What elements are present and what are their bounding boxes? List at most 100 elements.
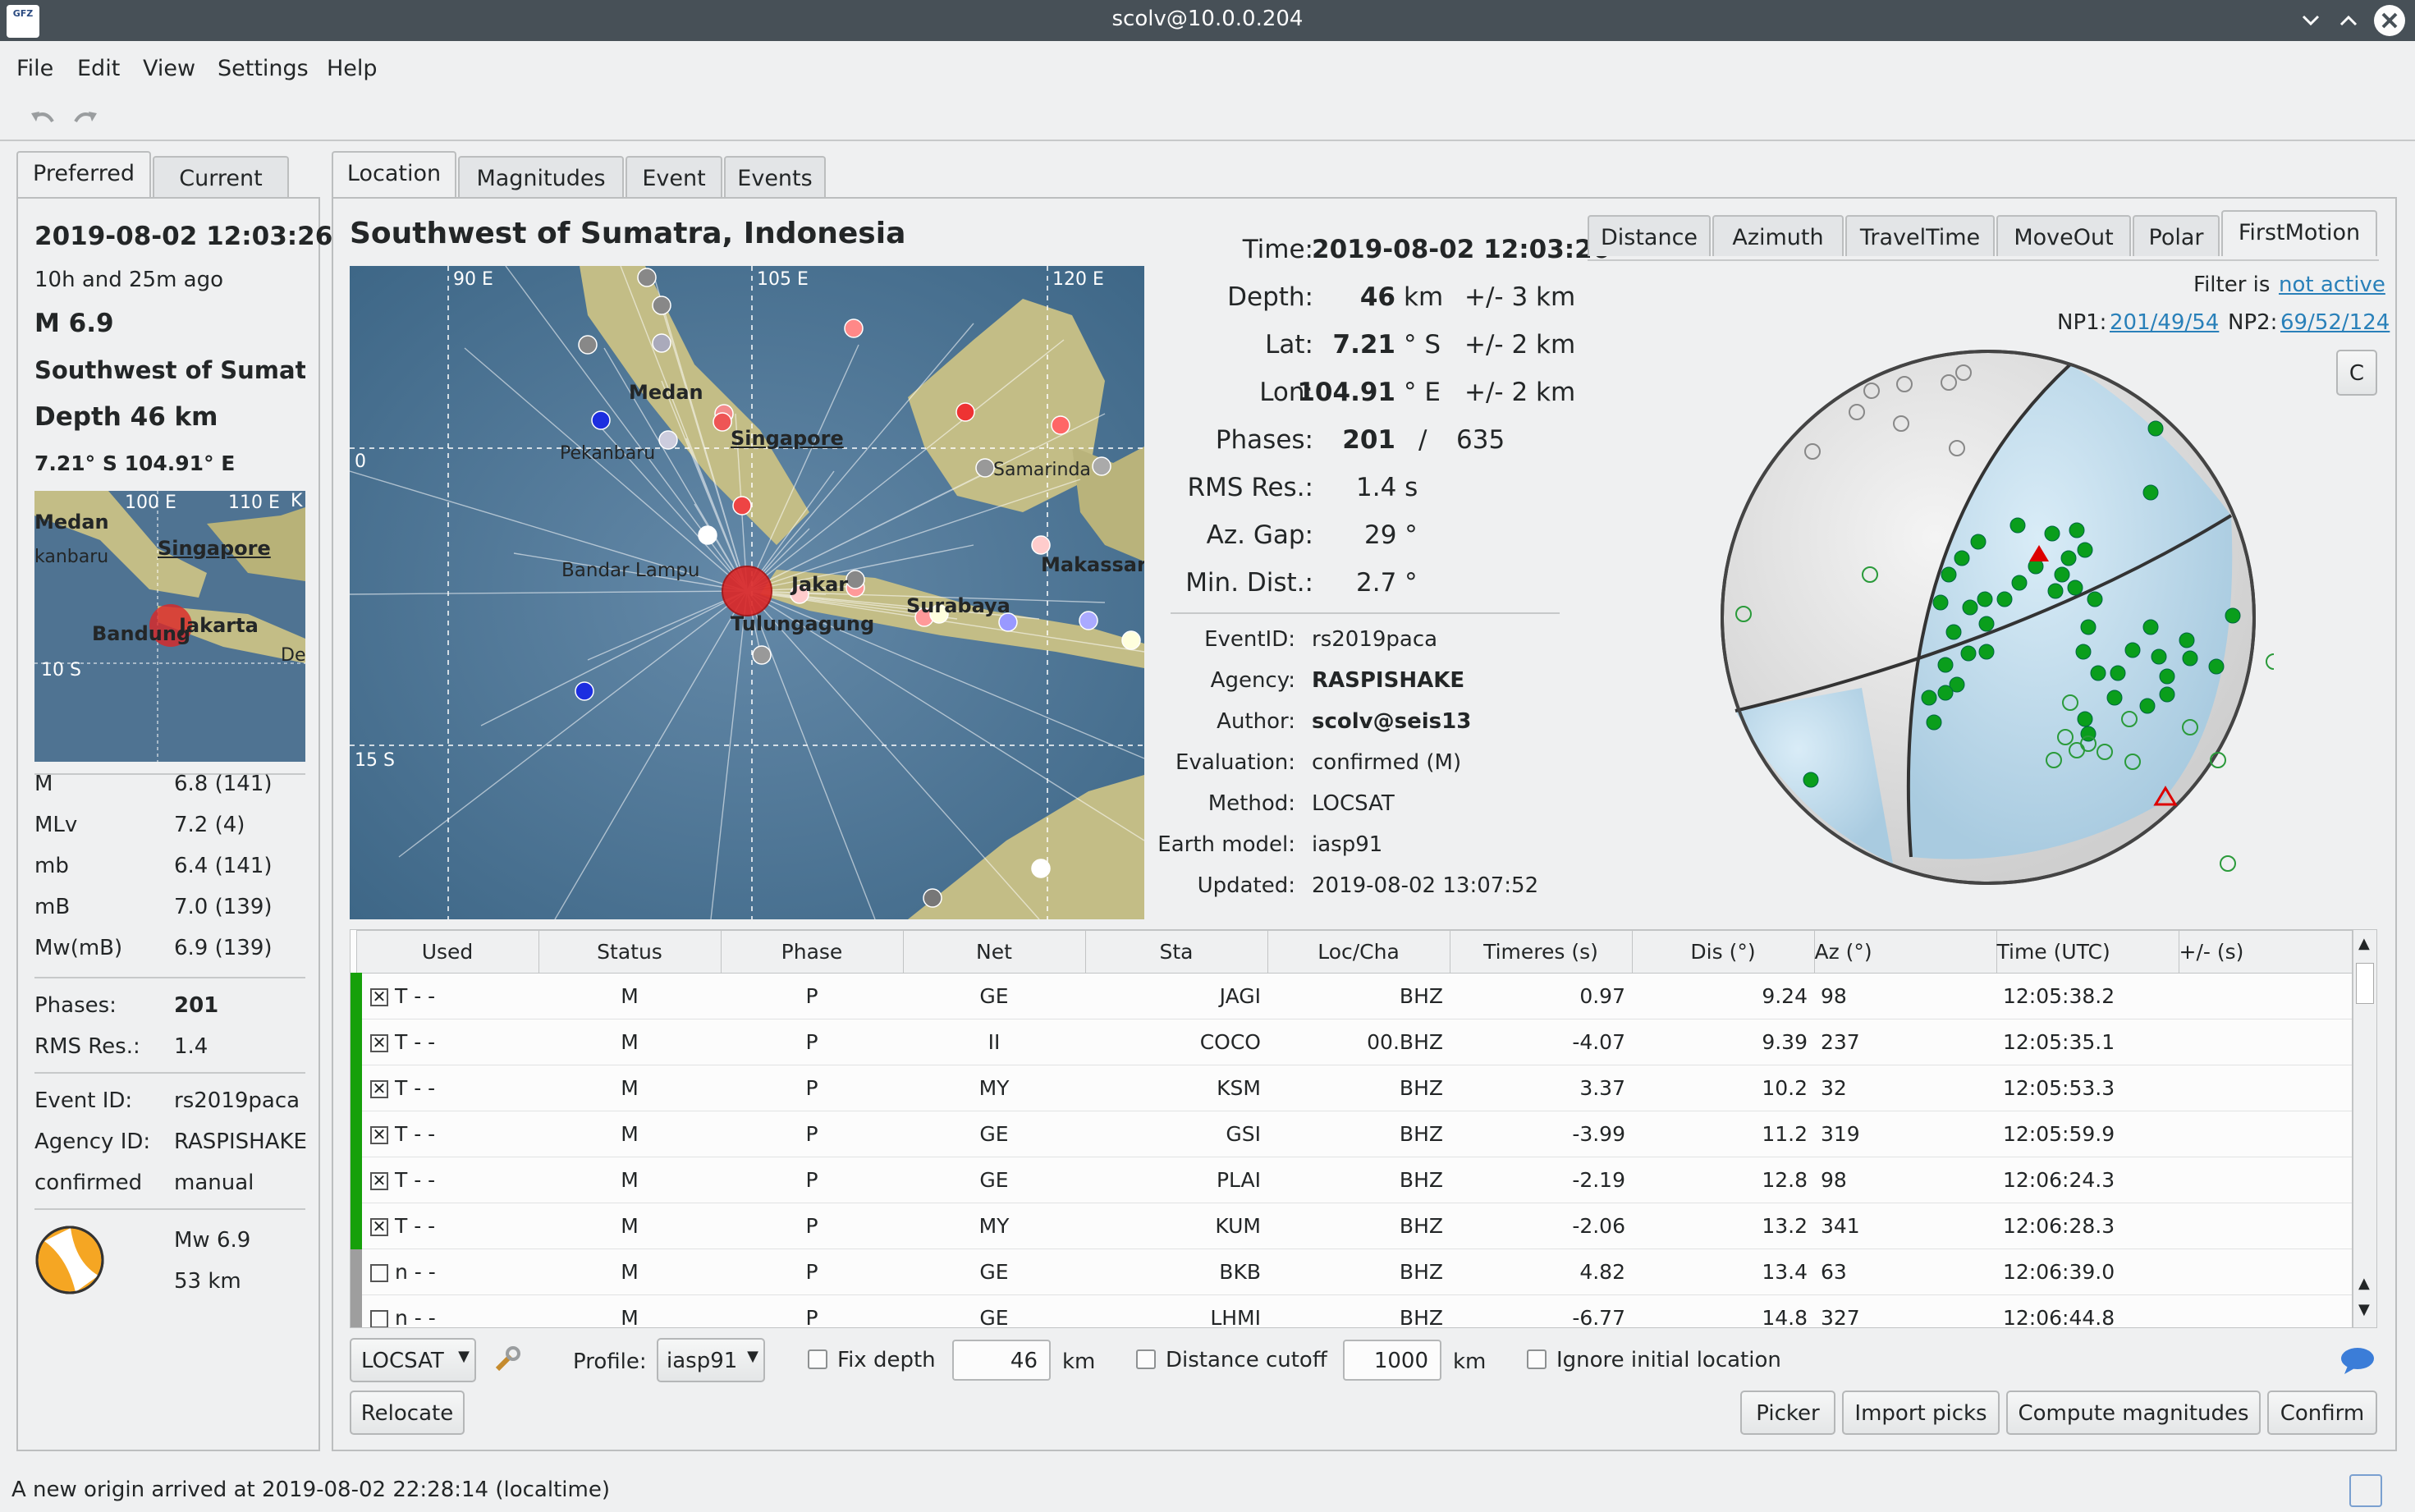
- menu-settings[interactable]: Settings: [218, 56, 309, 81]
- scroll-down-icon[interactable]: ▼: [2358, 1301, 2370, 1318]
- maximize-icon[interactable]: [2336, 8, 2361, 33]
- station-marker[interactable]: [955, 402, 975, 422]
- cell-flag[interactable]: ✕ T - -: [351, 973, 538, 1019]
- cell-flag[interactable]: ✕ T - -: [351, 1203, 538, 1249]
- tab-event[interactable]: Event: [626, 156, 722, 197]
- column-header[interactable]: Phase: [720, 930, 904, 974]
- filter-link[interactable]: not active: [2279, 273, 2385, 297]
- column-header[interactable]: Sta: [1084, 930, 1268, 974]
- tab-distance[interactable]: Distance: [1588, 215, 1711, 256]
- minimize-icon[interactable]: [2298, 8, 2323, 33]
- summary-map[interactable]: Medan Singapore kanbaru Bandung Jakarta …: [34, 491, 305, 762]
- column-header[interactable]: Timeres (s): [1449, 930, 1633, 974]
- table-scrollbar[interactable]: ▲ ▲ ▼: [2353, 929, 2377, 1328]
- cell-flag[interactable]: ✕ T - -: [351, 1065, 538, 1111]
- column-header[interactable]: Time (UTC): [1996, 930, 2179, 974]
- np2-link[interactable]: 69/52/124: [2280, 310, 2390, 335]
- tab-current[interactable]: Current: [153, 156, 289, 197]
- station-marker[interactable]: [578, 335, 598, 355]
- cell-flag[interactable]: ✕ T - -: [351, 1019, 538, 1065]
- station-marker[interactable]: [975, 458, 995, 478]
- used-checkbox[interactable]: ✕: [370, 988, 388, 1006]
- column-header[interactable]: Net: [902, 930, 1086, 974]
- fix-depth-checkbox[interactable]: [808, 1349, 827, 1369]
- station-marker[interactable]: [752, 645, 772, 665]
- location-map[interactable]: 90 E 105 E 120 E 0 15 S Medan Pekanbaru …: [350, 266, 1144, 919]
- cell-flag[interactable]: n - -: [351, 1249, 538, 1295]
- tab-traveltime[interactable]: TravelTime: [1845, 215, 1995, 256]
- table-row[interactable]: ✕ T - - M P GE PLAI BHZ -2.19 12.8 98 12:06:24.3: [351, 1157, 2352, 1203]
- station-marker[interactable]: [591, 410, 611, 430]
- resize-grip-icon[interactable]: [2349, 1474, 2382, 1507]
- first-motion-plot[interactable]: [1699, 328, 2333, 903]
- column-header[interactable]: Status: [538, 930, 722, 974]
- tab-azimuth[interactable]: Azimuth: [1712, 215, 1844, 256]
- wrench-icon[interactable]: [493, 1345, 522, 1374]
- distance-cutoff-input[interactable]: 1000: [1343, 1340, 1441, 1381]
- beachball-icon[interactable]: [34, 1225, 105, 1295]
- station-marker[interactable]: [713, 412, 732, 432]
- column-header[interactable]: Used: [355, 930, 539, 974]
- tab-polar[interactable]: Polar: [2133, 215, 2220, 256]
- c-button[interactable]: C: [2336, 350, 2377, 396]
- compute-magnitudes-button[interactable]: Compute magnitudes: [2006, 1391, 2261, 1435]
- used-checkbox[interactable]: ✕: [370, 1172, 388, 1190]
- locator-select[interactable]: LOCSAT ▼: [350, 1338, 476, 1382]
- station-marker[interactable]: [732, 496, 752, 515]
- column-header[interactable]: +/- (s): [2178, 930, 2352, 974]
- station-marker[interactable]: [1121, 630, 1141, 650]
- table-row[interactable]: ✕ T - - M P MY KUM BHZ -2.06 13.2 341 12:06:28.3: [351, 1203, 2352, 1249]
- table-row[interactable]: n - - M P GE BKB BHZ 4.82 13.4 63 12:06:39.0: [351, 1249, 2352, 1295]
- tab-events[interactable]: Events: [724, 156, 826, 197]
- confirm-button[interactable]: Confirm: [2267, 1391, 2377, 1435]
- chat-bubble-icon[interactable]: [2339, 1346, 2376, 1376]
- tab-preferred[interactable]: Preferred: [16, 151, 151, 197]
- table-row[interactable]: ✕ T - - M P II COCO 00.BHZ -4.07 9.39 237 12:05:35…: [351, 1019, 2352, 1065]
- relocate-button[interactable]: Relocate: [350, 1391, 465, 1435]
- table-row[interactable]: n - - M P GE LHMI BHZ -6.77 14.8 327 12:06:44.8: [351, 1294, 2352, 1327]
- menu-edit[interactable]: Edit: [77, 56, 120, 81]
- used-checkbox[interactable]: [370, 1310, 388, 1327]
- station-marker[interactable]: [844, 318, 864, 338]
- table-row[interactable]: ✕ T - - M P MY KSM BHZ 3.37 10.2 32 12:05:53.3: [351, 1065, 2352, 1111]
- scrollbar-handle[interactable]: [2356, 963, 2374, 1004]
- used-checkbox[interactable]: ✕: [370, 1080, 388, 1098]
- used-checkbox[interactable]: ✕: [370, 1218, 388, 1236]
- station-marker[interactable]: [1092, 456, 1111, 476]
- station-marker[interactable]: [575, 681, 594, 701]
- station-marker[interactable]: [1051, 415, 1070, 435]
- menu-file[interactable]: File: [16, 56, 53, 81]
- fix-depth-input[interactable]: 46: [952, 1340, 1051, 1381]
- scroll-up-icon[interactable]: ▲: [2358, 1275, 2370, 1292]
- undo-icon[interactable]: [28, 103, 57, 133]
- station-marker[interactable]: [658, 430, 678, 450]
- tab-moveout[interactable]: MoveOut: [1996, 215, 2131, 256]
- station-marker[interactable]: [845, 570, 865, 589]
- column-header[interactable]: Dis (°): [1631, 930, 1815, 974]
- station-marker[interactable]: [698, 525, 717, 545]
- station-marker[interactable]: [652, 296, 671, 315]
- column-header[interactable]: Az (°): [1813, 930, 1997, 974]
- close-icon[interactable]: [2374, 5, 2405, 36]
- station-marker[interactable]: [923, 888, 942, 908]
- station-marker[interactable]: [1031, 535, 1051, 555]
- tab-firstmotion[interactable]: FirstMotion: [2221, 210, 2377, 256]
- menu-help[interactable]: Help: [327, 56, 378, 81]
- import-picks-button[interactable]: Import picks: [1842, 1391, 2000, 1435]
- ignore-initial-checkbox[interactable]: [1527, 1349, 1547, 1369]
- profile-select[interactable]: iasp91 ▼: [657, 1338, 765, 1382]
- cell-flag[interactable]: n - -: [351, 1294, 538, 1327]
- scroll-up-icon[interactable]: ▲: [2358, 935, 2370, 952]
- used-checkbox[interactable]: [370, 1264, 388, 1282]
- table-row[interactable]: ✕ T - - M P GE JAGI BHZ 0.97 9.24 98 12:05:38.2: [351, 973, 2352, 1019]
- used-checkbox[interactable]: ✕: [370, 1034, 388, 1052]
- station-marker[interactable]: [1031, 859, 1051, 878]
- station-marker[interactable]: [652, 333, 671, 353]
- table-row[interactable]: ✕ T - - M P GE GSI BHZ -3.99 11.2 319 12:05:59.9: [351, 1111, 2352, 1157]
- station-marker[interactable]: [637, 268, 657, 287]
- redo-icon[interactable]: [71, 103, 100, 133]
- cell-flag[interactable]: ✕ T - -: [351, 1157, 538, 1203]
- station-marker[interactable]: [1079, 611, 1098, 630]
- distance-cutoff-checkbox[interactable]: [1136, 1349, 1156, 1369]
- tab-location[interactable]: Location: [332, 151, 456, 197]
